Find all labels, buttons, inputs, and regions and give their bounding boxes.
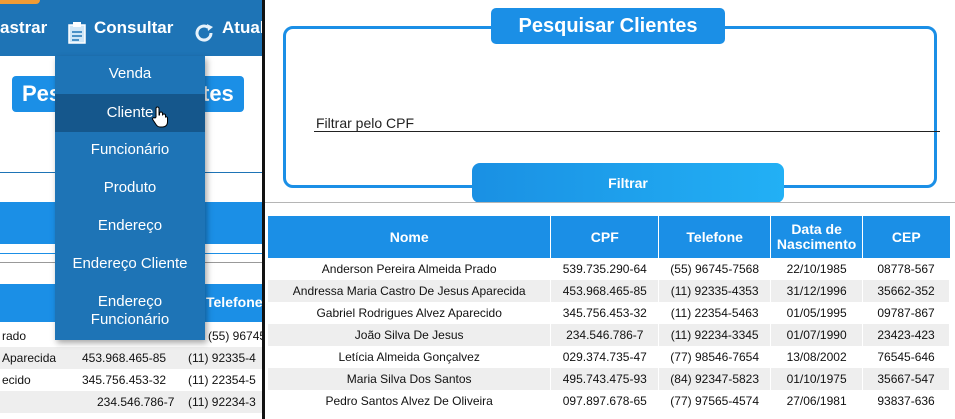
cell-data: 31/12/1996 bbox=[770, 280, 864, 302]
cell-data: 01/10/1975 bbox=[770, 368, 864, 390]
cell-nome: Anderson Pereira Almeida Prado bbox=[268, 258, 552, 280]
cell-cep: 23423-423 bbox=[862, 324, 950, 346]
cell-cep: 35662-352 bbox=[862, 280, 950, 302]
section-divider bbox=[265, 202, 955, 203]
bg-cell: (11) 92234-3 bbox=[188, 395, 256, 409]
bg-cell: (11) 22354-5 bbox=[188, 373, 256, 387]
bg-cell: 345.756.453-32 bbox=[82, 373, 167, 387]
bg-cell: (11) 92335-4 bbox=[188, 351, 256, 365]
brand-accent bbox=[0, 0, 40, 4]
cpf-input[interactable] bbox=[314, 113, 940, 132]
cell-cpf: 029.374.735-47 bbox=[550, 346, 660, 368]
table-row: João Silva De Jesus 234.546.786-7 (11) 9… bbox=[268, 324, 950, 346]
cell-data: 27/06/1981 bbox=[770, 390, 864, 412]
bg-title-end: tes bbox=[202, 81, 234, 106]
cell-cep: 09787-867 bbox=[862, 302, 950, 324]
cell-telefone: (77) 97565-4574 bbox=[658, 390, 772, 412]
menu-item-endereco[interactable]: Endereço bbox=[55, 217, 205, 235]
cell-telefone: (11) 22354-5463 bbox=[658, 302, 772, 324]
table-row: Gabriel Rodrigues Alvez Aparecido 345.75… bbox=[268, 302, 950, 324]
nav-atualizar[interactable]: Atual bbox=[222, 18, 262, 38]
left-panel: Pes tes Telefone rado (55) 96745-7 Apare… bbox=[0, 0, 262, 419]
menu-item-produto[interactable]: Produto bbox=[55, 179, 205, 197]
cell-telefone: (77) 98546-7654 bbox=[658, 346, 772, 368]
cell-data: 01/07/1990 bbox=[770, 324, 864, 346]
menu-item-endereco-cliente[interactable]: Endereço Cliente bbox=[55, 255, 205, 273]
cell-cep: 08778-567 bbox=[862, 258, 950, 280]
table-row: Anderson Pereira Almeida Prado 539.735.2… bbox=[268, 258, 950, 280]
cell-cpf: 234.546.786-7 bbox=[550, 324, 660, 346]
nav-cadastrar[interactable]: astrar bbox=[0, 18, 47, 38]
consultar-dropdown: Venda Cliente Funcionário Produto Endere… bbox=[55, 56, 205, 340]
bg-cell: 234.546.786-7 bbox=[97, 395, 175, 409]
bg-cell: Aparecida bbox=[2, 351, 57, 365]
cell-cpf: 097.897.678-65 bbox=[550, 390, 660, 412]
cell-cep: 93837-636 bbox=[862, 390, 950, 412]
menu-item-cliente[interactable]: Cliente bbox=[55, 94, 205, 132]
filter-button[interactable]: Filtrar bbox=[472, 163, 784, 203]
column-header-telefone: Telefone bbox=[658, 216, 772, 258]
column-header-nome: Nome bbox=[268, 216, 552, 258]
table-row: Andressa Maria Castro De Jesus Aparecida… bbox=[268, 280, 950, 302]
cell-telefone: (11) 92234-3345 bbox=[658, 324, 772, 346]
cell-nome: Andressa Maria Castro De Jesus Aparecida bbox=[268, 280, 552, 302]
search-form: Filtrar pelo CPF Filtrar bbox=[283, 26, 940, 203]
refresh-icon bbox=[193, 22, 215, 49]
cell-cpf: 539.735.290-64 bbox=[550, 258, 660, 280]
right-panel: Filtrar pelo CPF Filtrar Pesquisar Clien… bbox=[265, 0, 955, 419]
cell-telefone: (84) 92347-5823 bbox=[658, 368, 772, 390]
cell-telefone: (55) 96745-7568 bbox=[658, 258, 772, 280]
cell-data: 01/05/1995 bbox=[770, 302, 864, 324]
cell-nome: Gabriel Rodrigues Alvez Aparecido bbox=[268, 302, 552, 324]
bg-row: ecido 345.756.453-32 (11) 22354-5 bbox=[0, 369, 262, 391]
bg-cell: (55) 96745-7 bbox=[208, 329, 262, 343]
table-header-row: Nome CPF Telefone Data de Nascimento CEP bbox=[268, 216, 950, 258]
column-header-data-nascimento: Data de Nascimento bbox=[770, 216, 864, 258]
table-row: Pedro Santos Alvez De Oliveira 097.897.6… bbox=[268, 390, 950, 412]
nav-consultar[interactable]: Consultar bbox=[94, 18, 173, 38]
table-row: Letícia Almeida Gonçalvez 029.374.735-47… bbox=[268, 346, 950, 368]
bg-cell: ecido bbox=[2, 373, 31, 387]
cell-nome: João Silva De Jesus bbox=[268, 324, 552, 346]
cell-nome: Letícia Almeida Gonçalvez bbox=[268, 346, 552, 368]
column-header-cep: CEP bbox=[862, 216, 950, 258]
cell-data: 22/10/1985 bbox=[770, 258, 864, 280]
document-icon bbox=[67, 22, 87, 49]
cell-cpf: 453.968.465-85 bbox=[550, 280, 660, 302]
menu-item-endereco-funcionario[interactable]: Endereço Funcionário bbox=[80, 293, 180, 329]
hand-cursor-icon bbox=[152, 106, 168, 133]
menu-item-funcionario[interactable]: Funcionário bbox=[55, 141, 205, 159]
cell-cpf: 345.756.453-32 bbox=[550, 302, 660, 324]
cell-cpf: 495.743.475-93 bbox=[550, 368, 660, 390]
column-header-cpf: CPF bbox=[550, 216, 660, 258]
clients-table: Nome CPF Telefone Data de Nascimento CEP… bbox=[268, 216, 950, 412]
bg-row: Aparecida 453.968.465-85 (11) 92335-4 bbox=[0, 347, 262, 369]
cell-telefone: (11) 92335-4353 bbox=[658, 280, 772, 302]
page-title: Pesquisar Clientes bbox=[491, 8, 725, 44]
bg-header-telefone: Telefone bbox=[206, 294, 262, 310]
menu-item-venda[interactable]: Venda bbox=[55, 65, 205, 83]
bg-row: 234.546.786-7 (11) 92234-3 bbox=[0, 391, 262, 413]
top-navbar: astrar Consultar Atual bbox=[0, 0, 262, 56]
cell-nome: Maria Silva Dos Santos bbox=[268, 368, 552, 390]
cell-nome: Pedro Santos Alvez De Oliveira bbox=[268, 390, 552, 412]
cell-data: 13/08/2002 bbox=[770, 346, 864, 368]
bg-cell: rado bbox=[2, 329, 27, 343]
cell-cep: 35667-547 bbox=[862, 368, 950, 390]
cell-cep: 76545-646 bbox=[862, 346, 950, 368]
table-row: Maria Silva Dos Santos 495.743.475-93 (8… bbox=[268, 368, 950, 390]
bg-cell: 453.968.465-85 bbox=[82, 351, 167, 365]
